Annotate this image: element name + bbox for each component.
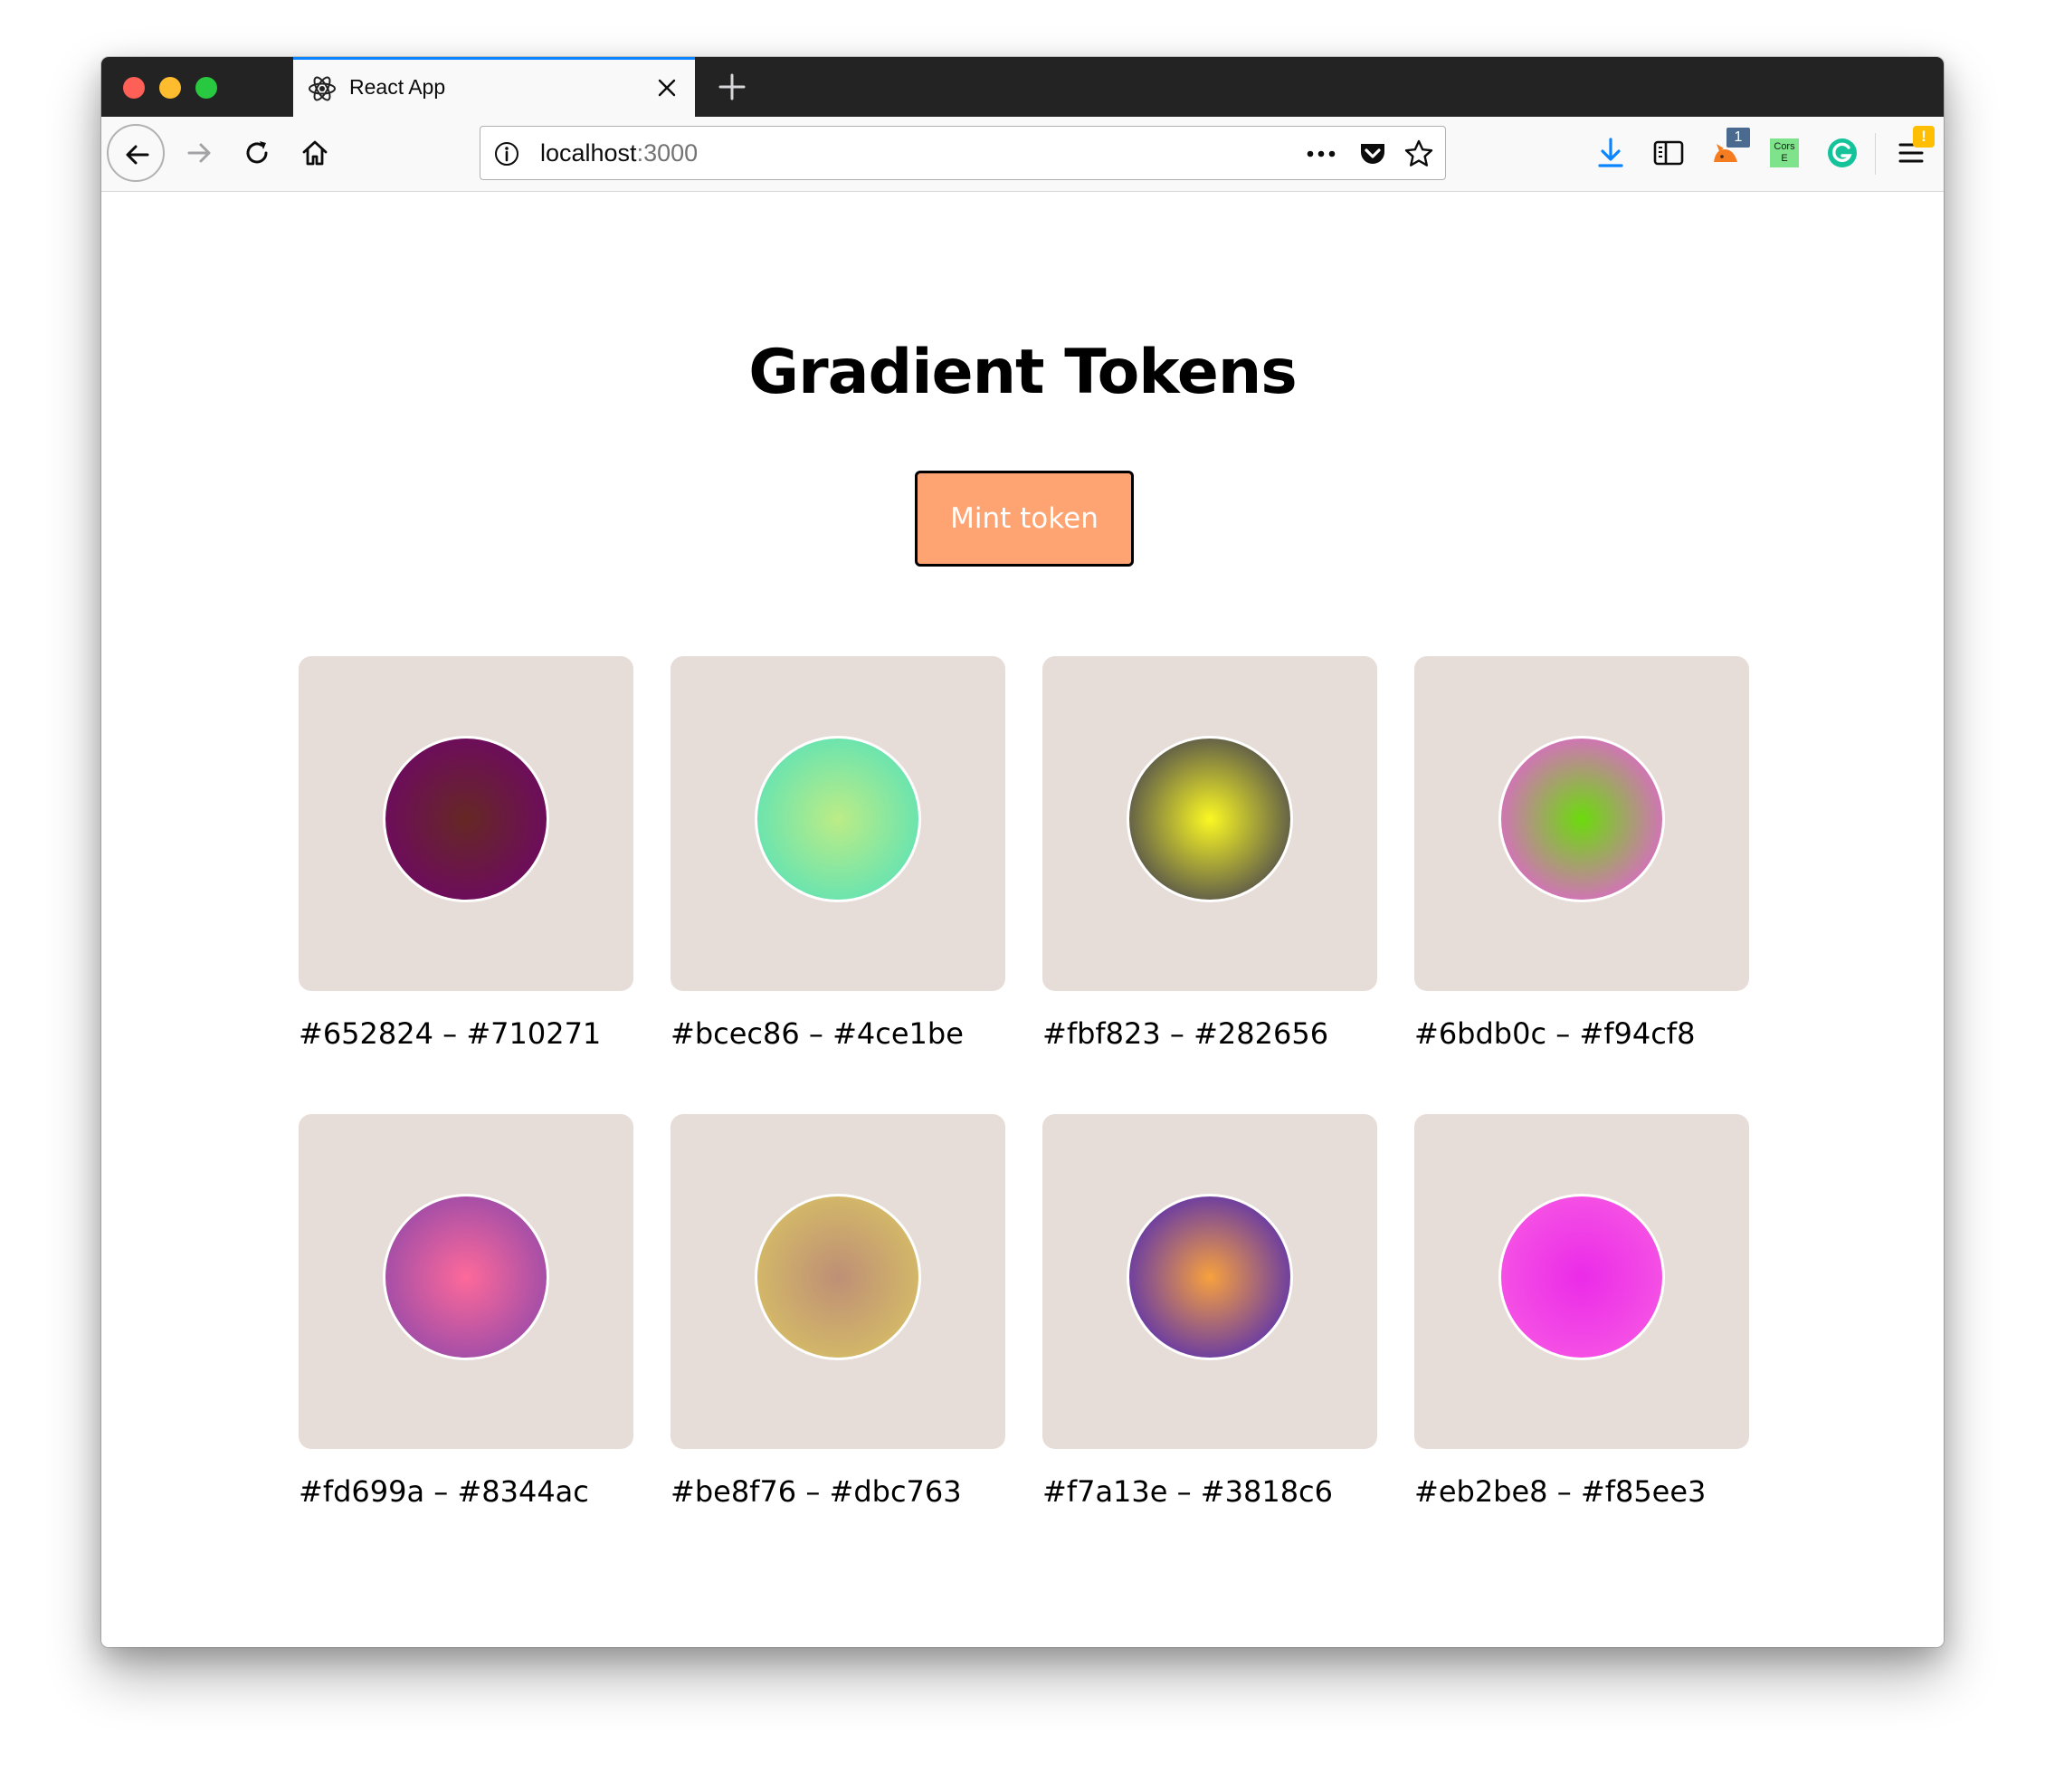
- token-tile: [1042, 1114, 1377, 1449]
- page-title: Gradient Tokens: [748, 337, 1297, 408]
- zoom-window-button[interactable]: [195, 77, 217, 99]
- url-port: :3000: [636, 139, 699, 167]
- browser-window: React App localhost:3000 1 Cors E ! Grad…: [101, 57, 1944, 1647]
- token-gradient-circle: [1127, 736, 1293, 902]
- token-grid: #652824 – #710271 #bcec86 – #4ce1be #fbf82…: [299, 656, 1749, 1572]
- token-tile: [1414, 1114, 1749, 1449]
- token-gradient-circle: [755, 736, 921, 902]
- back-button[interactable]: [107, 124, 165, 182]
- pocket-icon[interactable]: [1358, 139, 1387, 168]
- mint-token-button[interactable]: Mint token: [915, 471, 1134, 567]
- new-tab-plus-icon[interactable]: [715, 70, 749, 104]
- close-window-button[interactable]: [123, 77, 145, 99]
- forward-button[interactable]: [170, 124, 228, 182]
- token-tile: [1414, 656, 1749, 991]
- fox-extension-icon[interactable]: 1: [1708, 128, 1750, 171]
- token-gradient-circle: [1498, 1194, 1665, 1360]
- token-color-label: #bcec86 – #4ce1be: [671, 1016, 964, 1051]
- react-favicon-icon: [308, 74, 337, 103]
- token-color-label: #f7a13e – #3818c6: [1042, 1474, 1333, 1509]
- tab-title: React App: [349, 75, 446, 99]
- site-info-icon[interactable]: [493, 140, 520, 167]
- token-color-label: #652824 – #710271: [299, 1016, 602, 1051]
- page-actions-more-icon[interactable]: [1306, 141, 1336, 167]
- tab-react-app[interactable]: React App: [293, 57, 695, 117]
- token-color-label: #be8f76 – #dbc763: [671, 1474, 962, 1509]
- reload-icon: [246, 141, 268, 164]
- token-card: #eb2be8 – #f85ee3: [1414, 1114, 1749, 1572]
- token-card: #bcec86 – #4ce1be: [671, 656, 1005, 1114]
- token-gradient-circle: [1498, 736, 1665, 902]
- token-card: #6bdb0c – #f94cf8: [1414, 656, 1749, 1114]
- cors-label: Cors E: [1770, 138, 1799, 167]
- token-color-label: #eb2be8 – #f85ee3: [1414, 1474, 1707, 1509]
- token-tile: [299, 1114, 633, 1449]
- home-icon: [302, 140, 328, 166]
- home-button[interactable]: [286, 124, 344, 182]
- toolbar-separator: [1875, 133, 1876, 175]
- cors-extension-icon[interactable]: Cors E: [1766, 135, 1802, 171]
- page-content: Gradient Tokens Mint token #652824 – #71…: [101, 192, 1944, 1647]
- token-tile: [1042, 656, 1377, 991]
- tab-bar: React App: [101, 57, 1944, 117]
- back-arrow-icon: [126, 145, 149, 165]
- token-gradient-circle: [1127, 1194, 1293, 1360]
- token-color-label: #6bdb0c – #f94cf8: [1414, 1016, 1696, 1051]
- tab-close-icon[interactable]: [655, 76, 679, 100]
- token-tile: [671, 1114, 1005, 1449]
- token-card: #fd699a – #8344ac: [299, 1114, 633, 1572]
- grammarly-icon[interactable]: [1824, 135, 1860, 171]
- address-bar[interactable]: localhost:3000: [480, 126, 1446, 180]
- token-tile: [671, 656, 1005, 991]
- bookmark-star-icon[interactable]: [1403, 138, 1434, 169]
- token-color-label: #fd699a – #8344ac: [299, 1474, 589, 1509]
- cors-label-line2: E: [1781, 153, 1788, 164]
- forward-arrow-icon: [187, 143, 211, 163]
- download-icon[interactable]: [1593, 135, 1629, 171]
- token-card: #f7a13e – #3818c6: [1042, 1114, 1377, 1572]
- hamburger-menu-icon[interactable]: !: [1895, 126, 1935, 171]
- token-tile: [299, 656, 633, 991]
- token-gradient-circle: [755, 1194, 921, 1360]
- extension-badge: 1: [1726, 128, 1750, 148]
- token-color-label: #fbf823 – #282656: [1042, 1016, 1329, 1051]
- reload-button[interactable]: [228, 124, 286, 182]
- url-text: localhost:3000: [540, 139, 698, 167]
- url-host: localhost: [540, 139, 637, 167]
- token-gradient-circle: [383, 1194, 549, 1360]
- cors-label-line1: Cors: [1774, 141, 1795, 152]
- sidebar-toggle-icon[interactable]: [1650, 135, 1687, 171]
- navigation-toolbar: localhost:3000 1 Cors E !: [101, 117, 1944, 192]
- token-gradient-circle: [383, 736, 549, 902]
- token-card: #652824 – #710271: [299, 656, 633, 1114]
- warning-badge-icon: !: [1913, 126, 1935, 148]
- minimize-window-button[interactable]: [159, 77, 181, 99]
- token-card: #fbf823 – #282656: [1042, 656, 1377, 1114]
- token-card: #be8f76 – #dbc763: [671, 1114, 1005, 1572]
